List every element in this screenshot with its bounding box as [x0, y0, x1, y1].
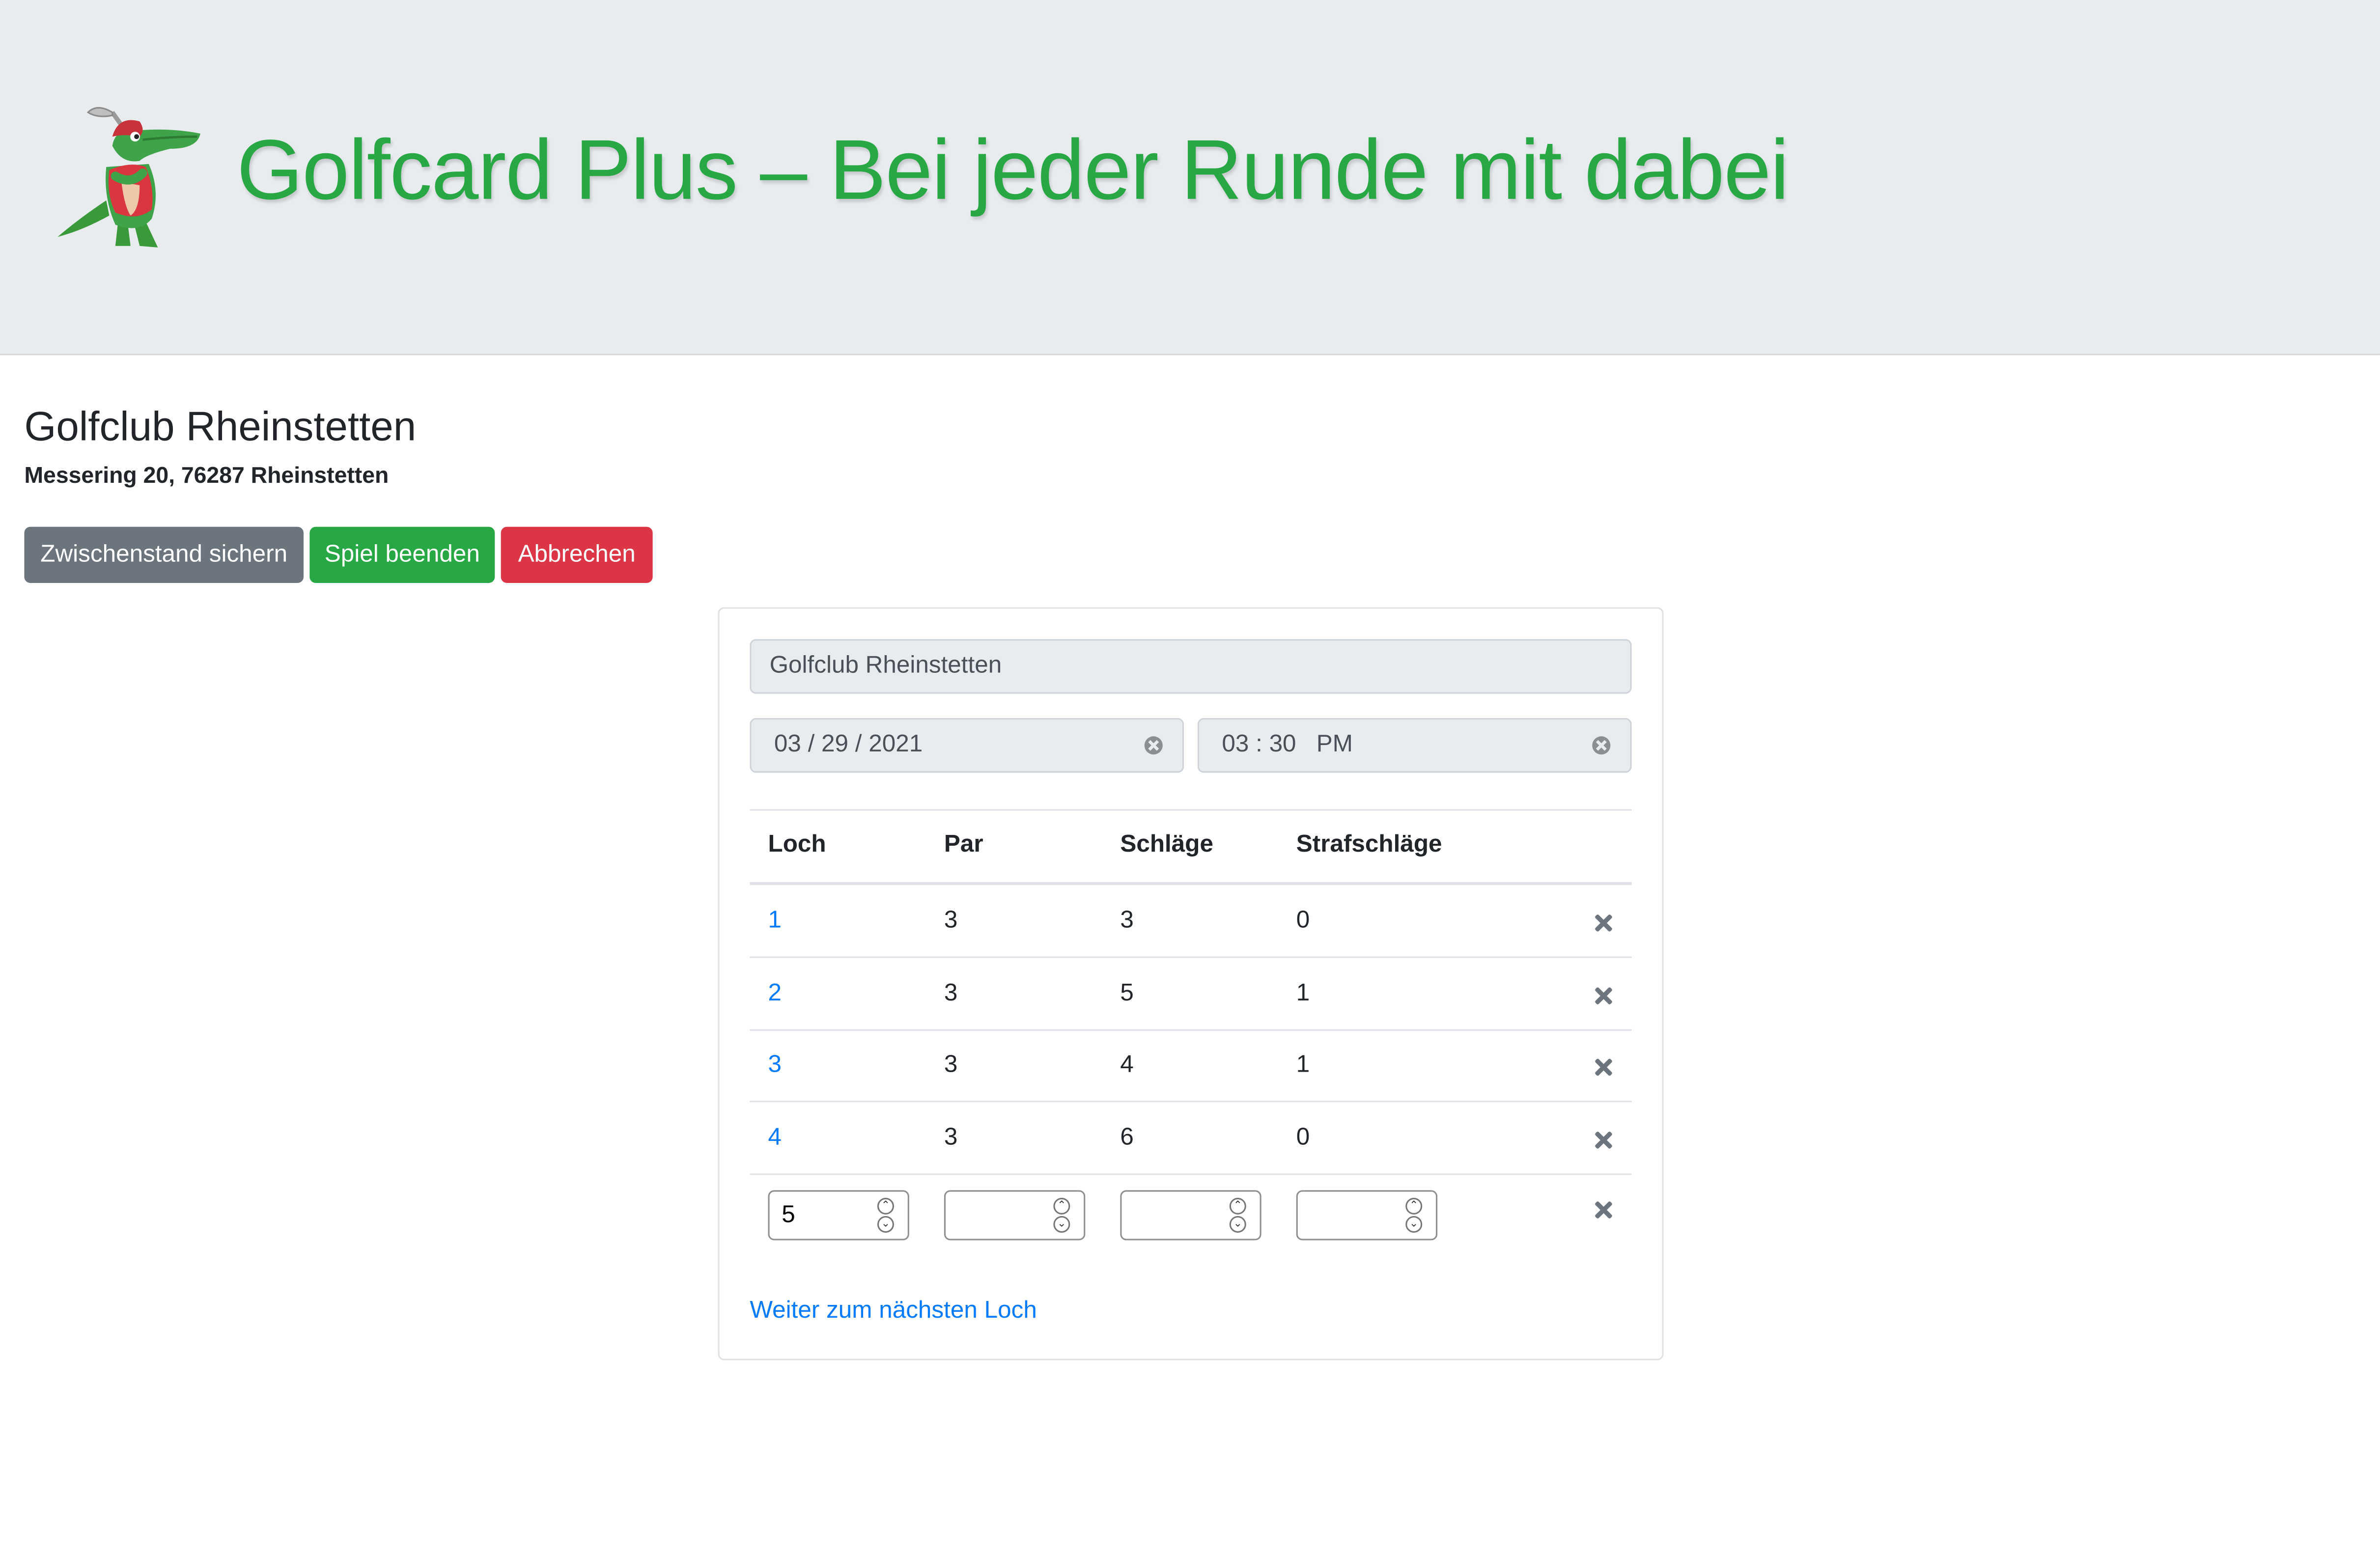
chevron-up-icon[interactable]: ⌃: [1053, 1197, 1070, 1215]
save-progress-button[interactable]: Zwischenstand sichern: [24, 526, 304, 583]
table-row: 1 3 3 0: [750, 885, 1632, 958]
scorecard-panel: Golfclub Rheinstetten 03 / 29 / 2021 03 …: [718, 607, 1664, 1360]
delete-row-icon[interactable]: [1592, 1199, 1613, 1220]
penalty-input[interactable]: ⌃ ⌄: [1296, 1190, 1438, 1241]
chevron-down-icon[interactable]: ⌄: [1405, 1216, 1423, 1233]
delete-row-icon[interactable]: [1592, 1056, 1613, 1078]
penalty-value: 0: [1296, 1125, 1310, 1151]
chevron-up-icon[interactable]: ⌃: [1405, 1197, 1423, 1215]
delete-row-icon[interactable]: [1592, 985, 1613, 1006]
par-value: 3: [944, 1125, 958, 1151]
penalty-stepper[interactable]: ⌃ ⌄: [1405, 1196, 1423, 1234]
delete-row-icon[interactable]: [1592, 1130, 1613, 1151]
hole-link[interactable]: 3: [768, 1051, 782, 1081]
strokes-stepper[interactable]: ⌃ ⌄: [1229, 1196, 1246, 1234]
finish-game-button[interactable]: Spiel beenden: [309, 526, 495, 583]
par-stepper[interactable]: ⌃ ⌄: [1053, 1196, 1070, 1234]
penalty-value: 0: [1296, 908, 1310, 934]
clear-time-icon[interactable]: [1592, 736, 1611, 755]
column-header-hole: Loch: [768, 831, 826, 858]
penalty-value: 1: [1296, 1052, 1310, 1078]
new-hole-row: 5 ⌃ ⌄ ⌃ ⌄ ⌃ ⌄ ⌃ ⌄: [750, 1173, 1631, 1264]
time-field-value: 03 : 30 PM: [1222, 731, 1353, 758]
strokes-input[interactable]: ⌃ ⌄: [1120, 1190, 1261, 1241]
chevron-down-icon[interactable]: ⌄: [877, 1216, 894, 1233]
app-title: Golfcard Plus – Bei jeder Runde mit dabe…: [237, 121, 1789, 218]
strokes-value: 6: [1120, 1125, 1134, 1151]
header-banner: Golfcard Plus – Bei jeder Runde mit dabe…: [0, 0, 2380, 356]
par-value: 3: [944, 980, 958, 1007]
club-address: Messering 20, 76287 Rheinstetten: [24, 463, 389, 489]
divider: [750, 809, 1632, 811]
column-header-par: Par: [944, 831, 983, 858]
strokes-value: 4: [1120, 1052, 1134, 1078]
next-hole-link[interactable]: Weiter zum nächsten Loch: [750, 1297, 1036, 1327]
par-value: 3: [944, 908, 958, 934]
strokes-value: 3: [1120, 908, 1134, 934]
delete-row-icon[interactable]: [1592, 913, 1613, 934]
hole-link[interactable]: 1: [768, 906, 782, 937]
crocodile-golfer-logo-icon: [57, 107, 200, 248]
penalty-value: 1: [1296, 980, 1310, 1007]
table-row: 2 3 5 1: [750, 958, 1632, 1031]
date-field-value: 03 / 29 / 2021: [774, 731, 923, 758]
hole-number-stepper[interactable]: ⌃ ⌄: [877, 1196, 894, 1234]
par-value: 3: [944, 1052, 958, 1078]
column-header-penalty: Strafschläge: [1296, 831, 1442, 858]
hole-number-value: 5: [782, 1202, 795, 1228]
clear-date-icon[interactable]: [1144, 736, 1163, 755]
column-header-strokes: Schläge: [1120, 831, 1213, 858]
chevron-down-icon[interactable]: ⌄: [1229, 1216, 1246, 1233]
table-row: 3 3 4 1: [750, 1029, 1632, 1103]
chevron-down-icon[interactable]: ⌄: [1053, 1216, 1070, 1233]
table-row: 4 3 6 0: [750, 1102, 1632, 1175]
strokes-value: 5: [1120, 980, 1134, 1007]
page-title: Golfclub Rheinstetten: [24, 404, 417, 449]
cancel-button[interactable]: Abbrechen: [501, 526, 653, 583]
par-input[interactable]: ⌃ ⌄: [944, 1190, 1086, 1241]
course-field-value: Golfclub Rheinstetten: [769, 653, 1002, 679]
chevron-up-icon[interactable]: ⌃: [877, 1197, 894, 1215]
course-field[interactable]: Golfclub Rheinstetten: [750, 639, 1632, 694]
date-field[interactable]: 03 / 29 / 2021: [750, 718, 1184, 773]
time-field[interactable]: 03 : 30 PM: [1197, 718, 1632, 773]
chevron-up-icon[interactable]: ⌃: [1229, 1197, 1246, 1215]
hole-number-input[interactable]: 5 ⌃ ⌄: [768, 1190, 909, 1241]
hole-link[interactable]: 2: [768, 979, 782, 1010]
hole-link[interactable]: 4: [768, 1123, 782, 1154]
